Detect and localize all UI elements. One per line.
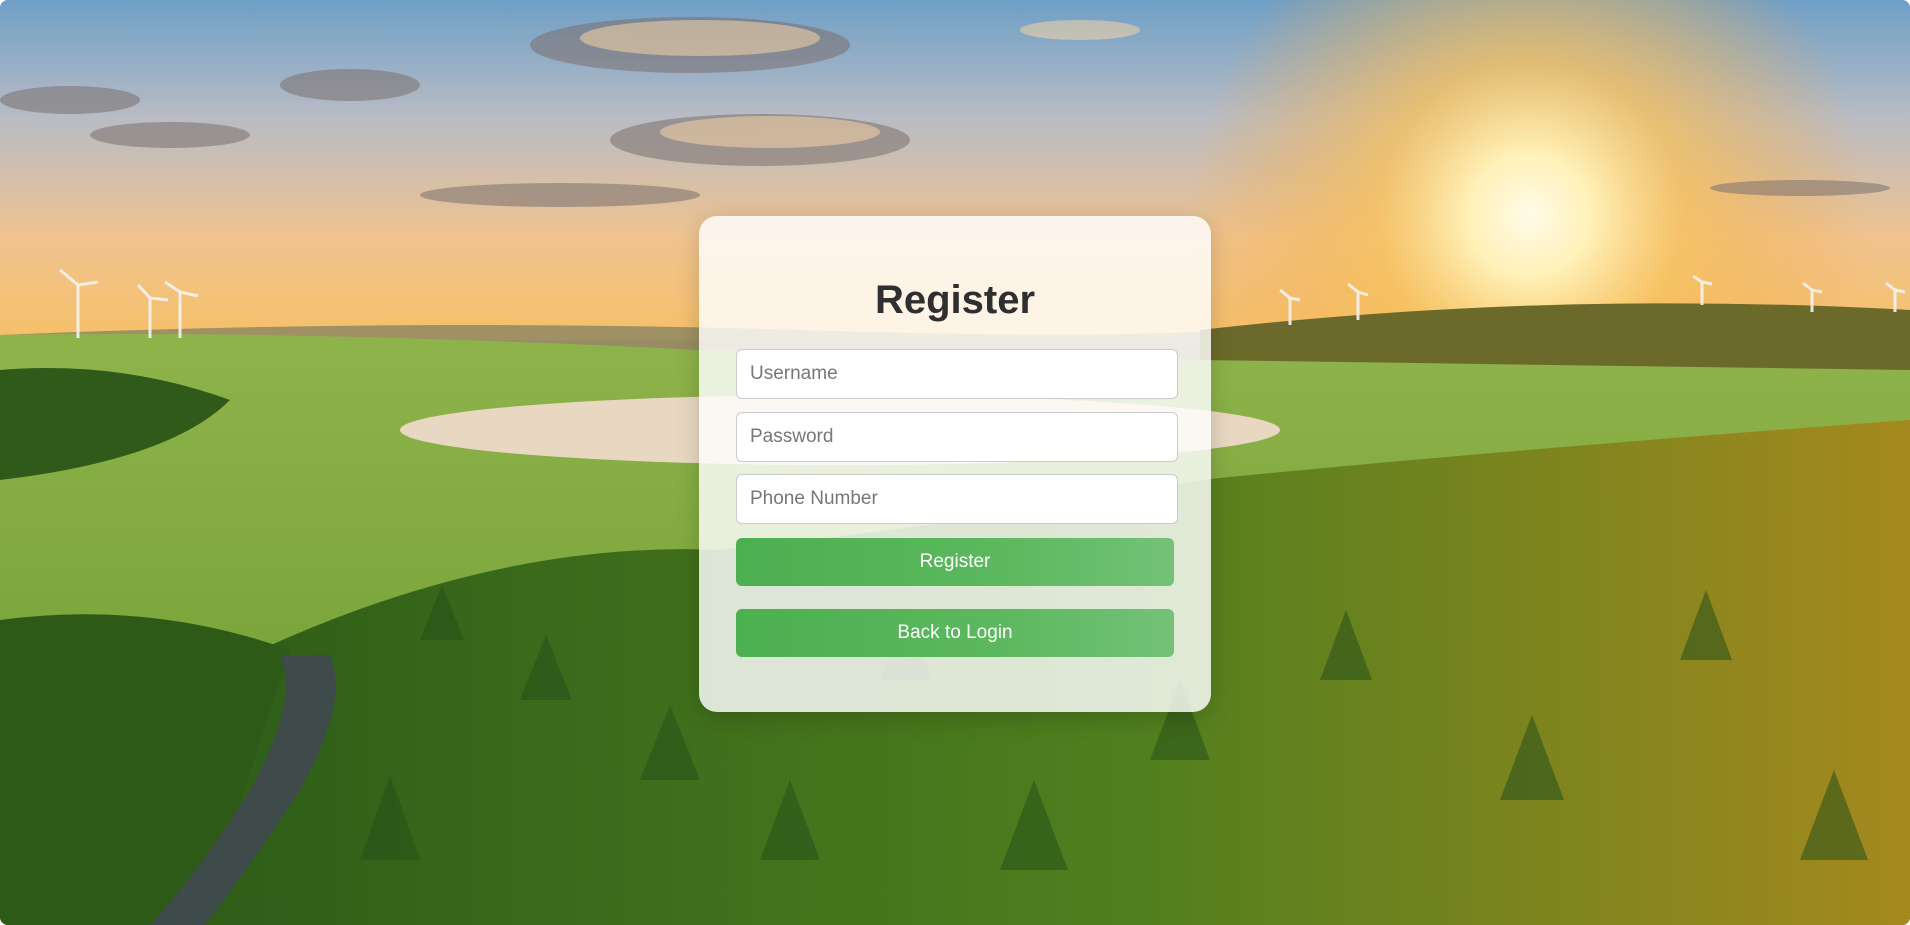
username-input[interactable] bbox=[736, 349, 1178, 399]
register-title: Register bbox=[874, 278, 1036, 322]
back-to-login-button[interactable]: Back to Login bbox=[736, 609, 1174, 657]
password-input[interactable] bbox=[736, 412, 1178, 462]
phone-number-input[interactable] bbox=[736, 474, 1178, 524]
register-card: Register Register Back to Login bbox=[699, 216, 1211, 712]
register-button[interactable]: Register bbox=[736, 538, 1174, 586]
page-frame: Register Register Back to Login bbox=[0, 0, 1910, 925]
